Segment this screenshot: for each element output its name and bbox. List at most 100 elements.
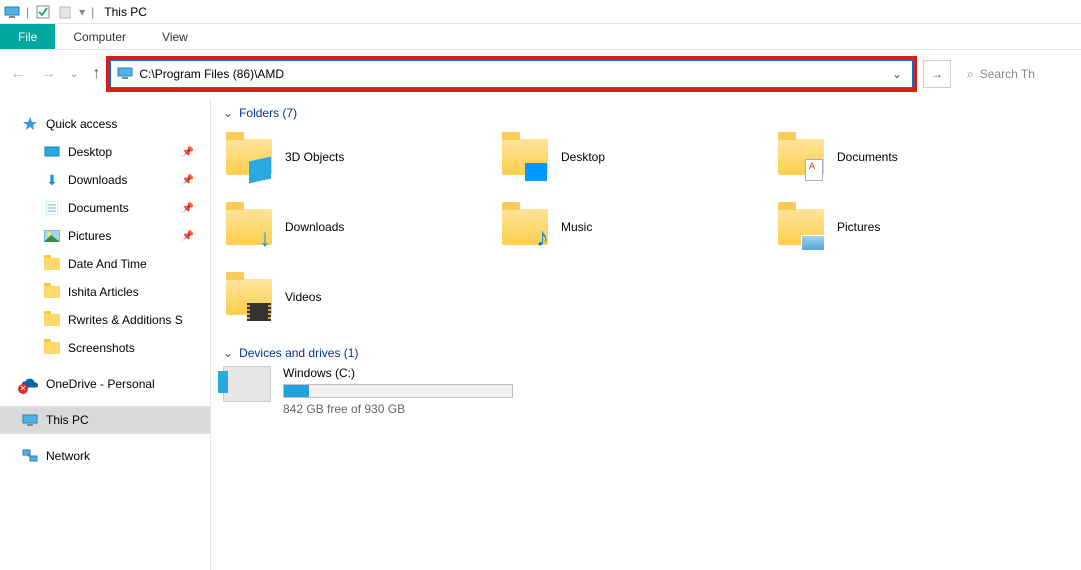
thispc-icon	[22, 412, 38, 428]
sidebar-item-label: Downloads	[68, 173, 127, 187]
pin-icon: 📌	[182, 147, 194, 158]
up-button[interactable]: ↑	[92, 65, 100, 83]
address-dropdown[interactable]: ⌄	[888, 67, 906, 81]
drive-free-text: 842 GB free of 930 GB	[283, 402, 513, 416]
network-icon	[22, 448, 38, 464]
address-bar[interactable]: ⌄	[110, 60, 913, 88]
search-placeholder: Search Th	[980, 67, 1035, 81]
sidebar-item-label: Documents	[68, 201, 129, 215]
recent-dropdown[interactable]: ⌄	[70, 69, 78, 80]
nav-row: ← → ⌄ ↑ ⌄ → ⌕ Search Th	[0, 50, 1081, 98]
folder-label: Videos	[285, 290, 321, 304]
folder-label: Pictures	[837, 220, 880, 234]
sidebar-item-label: Ishita Articles	[68, 285, 139, 299]
documents-icon	[44, 200, 60, 216]
file-menu[interactable]: File	[0, 24, 55, 49]
pictures-icon	[44, 228, 60, 244]
folder-videos[interactable]: Videos	[223, 266, 493, 328]
location-icon	[117, 67, 133, 82]
search-box[interactable]: ⌕ Search Th	[961, 60, 1071, 88]
address-bar-wrap: ⌄	[110, 60, 913, 88]
drives-group-header[interactable]: ⌄ Devices and drives (1)	[223, 346, 1069, 360]
chevron-down-icon: ⌄	[223, 106, 233, 120]
folder-icon	[225, 273, 273, 321]
folder-downloads[interactable]: ↓ Downloads	[223, 196, 493, 258]
folder-music[interactable]: ♪ Music	[499, 196, 769, 258]
folders-group-header[interactable]: ⌄ Folders (7)	[223, 106, 1069, 120]
drives-header-label: Devices and drives (1)	[239, 346, 358, 360]
address-input[interactable]	[139, 67, 882, 81]
back-button[interactable]: ←	[10, 65, 26, 83]
folder-icon: ♪	[501, 203, 549, 251]
nav-buttons: ← → ⌄ ↑	[10, 65, 100, 83]
network[interactable]: Network	[0, 442, 210, 470]
computer-tab[interactable]: Computer	[55, 24, 144, 49]
folder-icon	[44, 340, 60, 356]
network-label: Network	[46, 449, 90, 463]
ribbon-tabs: File Computer View	[0, 24, 1081, 50]
folder-icon	[225, 133, 273, 181]
this-pc[interactable]: This PC	[0, 406, 210, 434]
onedrive[interactable]: ✕ OneDrive - Personal	[0, 370, 210, 398]
separator: |	[91, 5, 94, 19]
search-icon: ⌕	[967, 67, 974, 82]
pin-icon: 📌	[182, 203, 194, 214]
properties-icon[interactable]	[35, 5, 51, 19]
tab-icon[interactable]	[57, 5, 73, 19]
sidebar-item-label: Screenshots	[68, 341, 135, 355]
sidebar-item-label: Pictures	[68, 229, 111, 243]
title-bar: | ▾ | This PC	[0, 0, 1081, 24]
chevron-down-icon: ⌄	[223, 346, 233, 360]
drives-grid: Windows (C:) 842 GB free of 930 GB	[223, 366, 1069, 416]
sidebar-item-folder[interactable]: Ishita Articles	[0, 278, 210, 306]
star-icon	[22, 116, 38, 132]
folder-icon: ↓	[225, 203, 273, 251]
sidebar-item-pictures[interactable]: Pictures 📌	[0, 222, 210, 250]
quick-access-label: Quick access	[46, 117, 117, 131]
pin-icon: 📌	[182, 175, 194, 186]
folder-3d-objects[interactable]: 3D Objects	[223, 126, 493, 188]
separator: |	[26, 5, 29, 19]
drive-icon	[223, 366, 271, 402]
folder-pictures[interactable]: Pictures	[775, 196, 1045, 258]
drive-label: Windows (C:)	[283, 366, 513, 380]
drive-usage-fill	[284, 385, 309, 397]
folder-desktop[interactable]: Desktop	[499, 126, 769, 188]
drive-usage-bar	[283, 384, 513, 398]
sidebar-item-desktop[interactable]: Desktop 📌	[0, 138, 210, 166]
window-title: This PC	[104, 5, 147, 19]
quick-access[interactable]: Quick access	[0, 110, 210, 138]
folder-documents[interactable]: Documents	[775, 126, 1045, 188]
folder-label: Music	[561, 220, 592, 234]
sidebar-item-downloads[interactable]: ⬇ Downloads 📌	[0, 166, 210, 194]
folders-grid: 3D Objects Desktop Documents ↓ Downloads…	[223, 126, 1069, 328]
folder-label: 3D Objects	[285, 150, 344, 164]
sidebar-item-label: Desktop	[68, 145, 112, 159]
folder-label: Downloads	[285, 220, 344, 234]
folders-header-label: Folders (7)	[239, 106, 297, 120]
sidebar-item-label: Date And Time	[68, 257, 147, 271]
folder-icon	[44, 256, 60, 272]
go-button[interactable]: →	[923, 60, 951, 88]
folder-icon	[501, 133, 549, 181]
folder-icon	[44, 284, 60, 300]
sidebar-item-folder[interactable]: Date And Time	[0, 250, 210, 278]
sidebar-item-folder[interactable]: Screenshots	[0, 334, 210, 362]
desktop-icon	[44, 144, 60, 160]
thispc-label: This PC	[46, 413, 89, 427]
forward-button[interactable]: →	[40, 65, 56, 83]
content-pane: ⌄ Folders (7) 3D Objects Desktop Documen…	[210, 98, 1081, 570]
onedrive-icon: ✕	[22, 376, 38, 392]
view-tab[interactable]: View	[144, 24, 206, 49]
onedrive-label: OneDrive - Personal	[46, 377, 155, 391]
folder-label: Documents	[837, 150, 898, 164]
sidebar-item-folder[interactable]: Rwrites & Additions S	[0, 306, 210, 334]
folder-icon	[777, 203, 825, 251]
separator: ▾	[79, 5, 85, 19]
sidebar-item-documents[interactable]: Documents 📌	[0, 194, 210, 222]
folder-icon	[777, 133, 825, 181]
folder-label: Desktop	[561, 150, 605, 164]
sidebar-item-label: Rwrites & Additions S	[68, 313, 183, 327]
drive-c[interactable]: Windows (C:) 842 GB free of 930 GB	[223, 366, 513, 416]
folder-icon	[44, 312, 60, 328]
